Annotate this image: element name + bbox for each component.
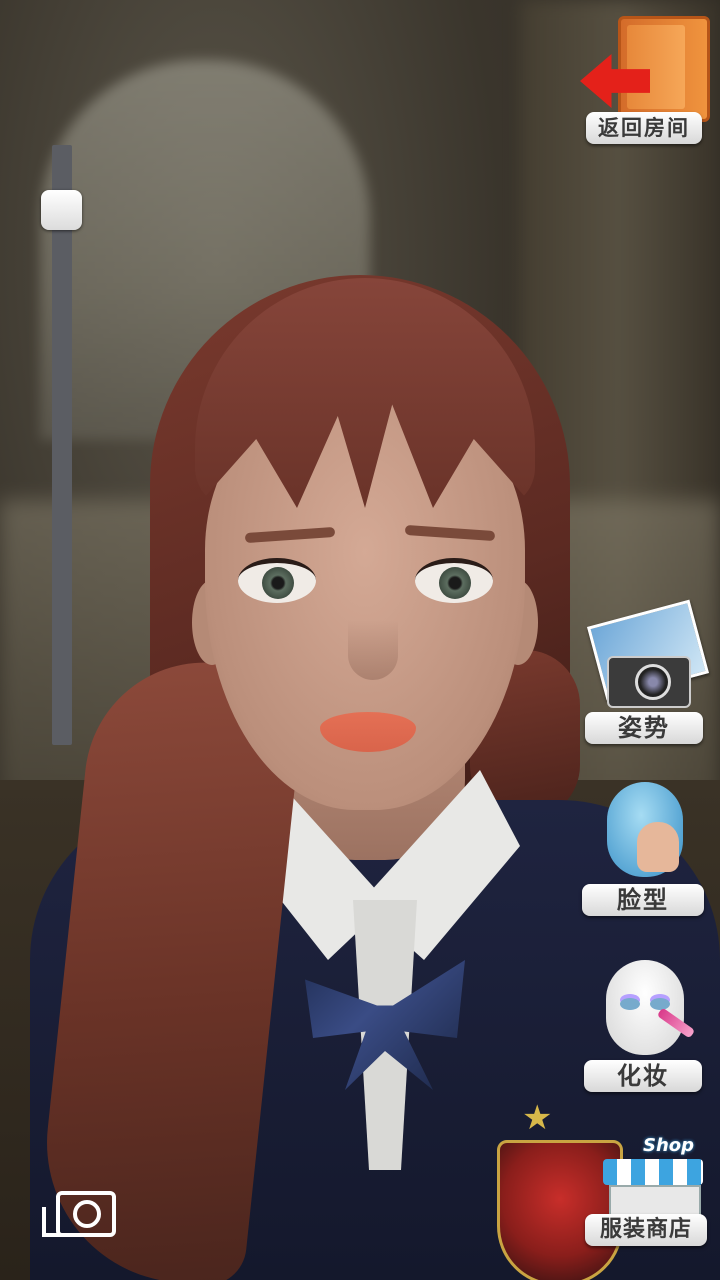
character-eye-right <box>415 558 493 603</box>
star-icon: ★ <box>522 1098 553 1138</box>
face-shape-label: 脸型 <box>582 884 704 916</box>
door-icon <box>618 16 710 122</box>
face-shape-button[interactable]: 脸型 <box>582 782 707 917</box>
hand-icon <box>637 822 679 872</box>
character-eye-left <box>238 558 316 603</box>
screenshot-icon <box>56 1191 116 1237</box>
back-to-room-label: 返回房间 <box>586 112 702 144</box>
camera-icon <box>607 656 691 708</box>
makeup-button[interactable]: 化妆 <box>584 960 709 1095</box>
pose-label: 姿势 <box>585 712 703 744</box>
makeup-icon <box>606 960 684 1055</box>
clothing-shop-label: 服装商店 <box>585 1214 707 1246</box>
zoom-slider-track[interactable] <box>52 145 72 745</box>
pose-button[interactable]: 姿势 <box>585 599 710 747</box>
shop-sign: Shop <box>643 1135 695 1156</box>
clothing-shop-button[interactable]: Shop 服装商店 <box>585 1135 710 1270</box>
zoom-slider-thumb[interactable] <box>41 189 82 230</box>
character-nose <box>348 620 398 680</box>
makeup-label: 化妆 <box>584 1060 702 1092</box>
shop-icon: Shop <box>603 1135 703 1227</box>
back-to-room-button[interactable]: 返回房间 <box>580 14 710 144</box>
screenshot-button[interactable] <box>42 1185 116 1240</box>
